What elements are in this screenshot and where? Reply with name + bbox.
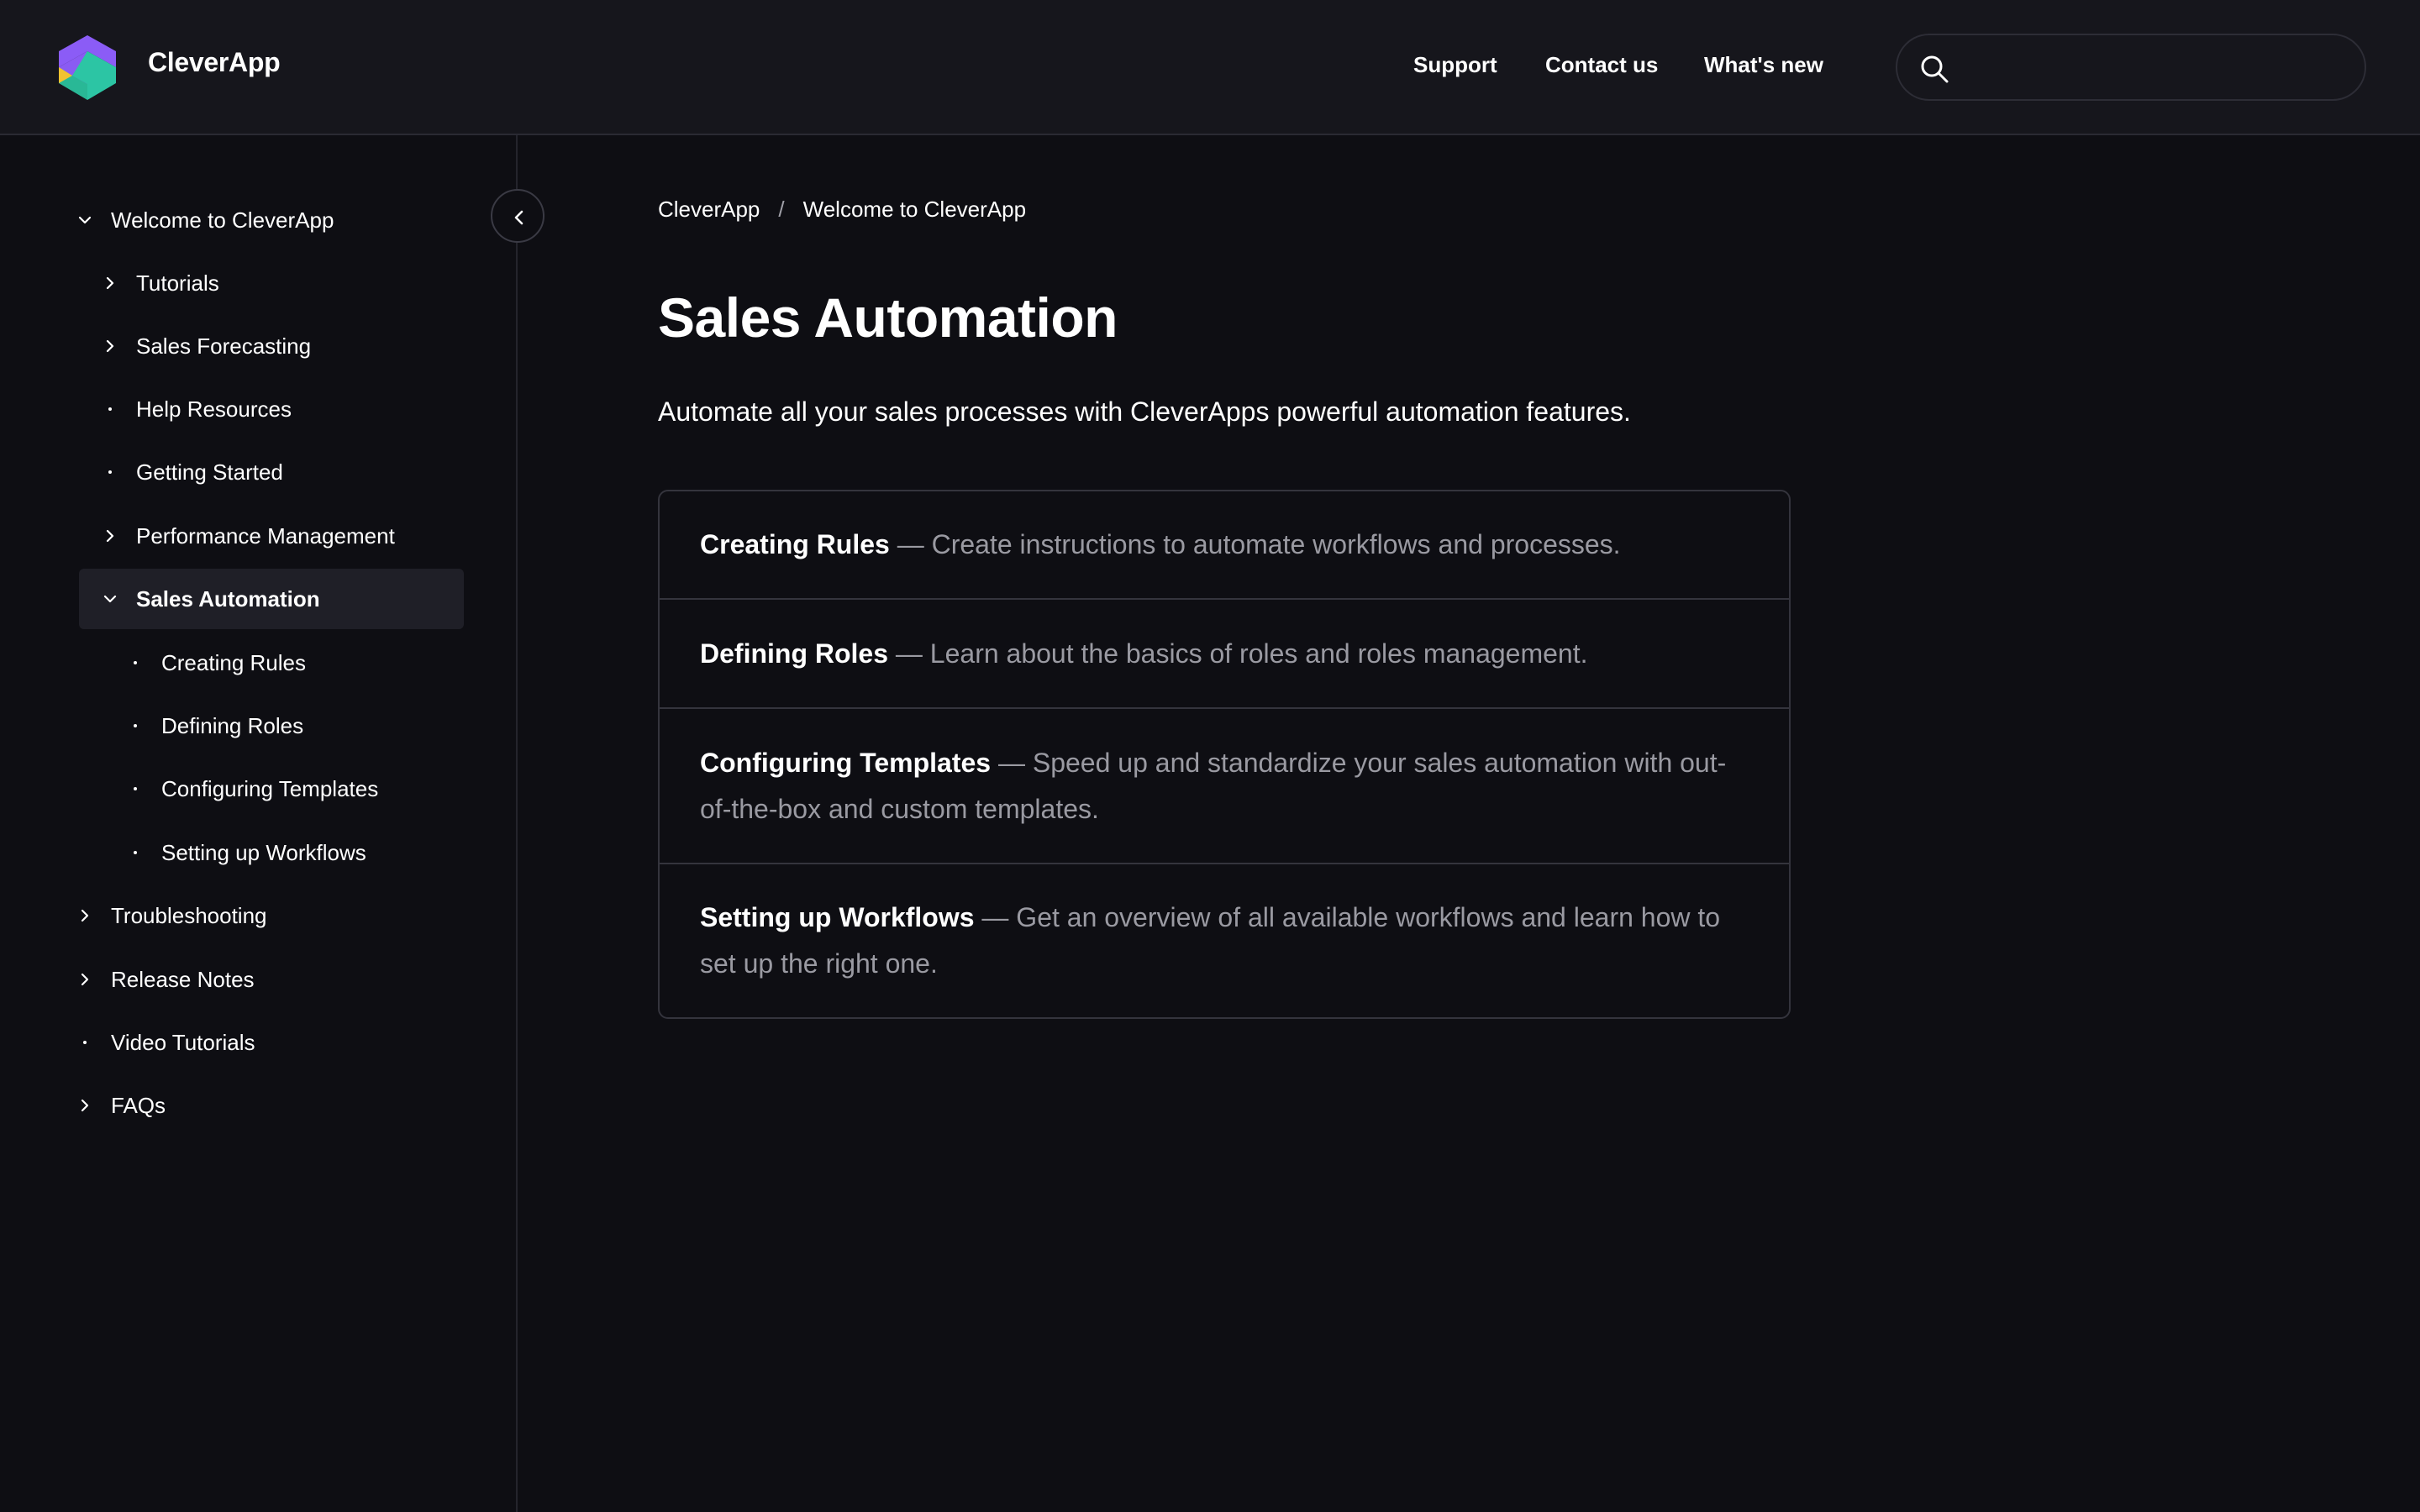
topic-card-title[interactable]: Defining Roles [700, 638, 888, 669]
chevron-right-icon [72, 903, 97, 928]
search-box[interactable] [1896, 34, 2366, 101]
sidebar-item-getting-started[interactable]: Getting Started [97, 442, 464, 502]
topic-card-title[interactable]: Setting up Workflows [700, 902, 975, 932]
sidebar-item-label: Performance Management [136, 522, 395, 549]
nav-whats-new-link[interactable]: What's new [1704, 52, 1823, 78]
sidebar-item-video-tutorials[interactable]: Video Tutorials [72, 1012, 464, 1073]
top-header: CleverApp Support Contact us What's new [0, 0, 2420, 135]
topic-card-title[interactable]: Creating Rules [700, 529, 890, 559]
breadcrumb: CleverApp / Welcome to CleverApp [658, 197, 1026, 223]
sidebar-item-label: FAQs [111, 1092, 166, 1118]
dot-icon [97, 396, 123, 422]
sidebar-item-label: Creating Rules [161, 649, 306, 675]
chevron-left-icon [514, 210, 523, 225]
sidebar-item-sales-automation[interactable]: Sales Automation [79, 569, 464, 629]
chevron-down-icon [72, 207, 97, 233]
nav-contact-link[interactable]: Contact us [1545, 52, 1658, 78]
page-subtitle: Automate all your sales processes with C… [658, 396, 1631, 427]
sidebar-item-label: Video Tutorials [111, 1029, 255, 1055]
breadcrumb-separator: / [778, 197, 785, 222]
topic-card-defining-roles[interactable]: Defining Roles — Learn about the basics … [660, 600, 1789, 709]
sidebar-item-label: Configuring Templates [161, 775, 379, 801]
topic-card-title[interactable]: Configuring Templates [700, 748, 991, 778]
page-title: Sales Automation [658, 286, 1118, 349]
sidebar-item-faqs[interactable]: FAQs [72, 1075, 464, 1136]
sidebar-item-performance-management[interactable]: Performance Management [97, 506, 464, 566]
topic-card-text: Creating Rules — Create instructions to … [700, 522, 1749, 568]
search-icon [1921, 55, 1949, 83]
sidebar-item-label: Help Resources [136, 396, 292, 422]
chevron-right-icon [72, 1093, 97, 1118]
dot-icon [123, 713, 148, 738]
sidebar-item-release-notes[interactable]: Release Notes [72, 949, 464, 1010]
chevron-right-icon [72, 967, 97, 992]
sidebar-item-creating-rules[interactable]: Creating Rules [123, 633, 464, 693]
chevron-down-icon [97, 586, 123, 612]
search-input[interactable] [1965, 44, 2343, 91]
sidebar-item-label: Getting Started [136, 459, 283, 485]
topic-card-configuring-templates[interactable]: Configuring Templates — Speed up and sta… [660, 709, 1789, 864]
sidebar-item-sales-forecasting[interactable]: Sales Forecasting [97, 316, 464, 376]
dot-icon [72, 1030, 97, 1055]
sidebar-item-label: Setting up Workflows [161, 839, 366, 865]
dot-icon [123, 650, 148, 675]
dot-icon [97, 459, 123, 485]
topic-card-description: — Create instructions to automate workfl… [889, 529, 1621, 559]
cleverapp-logo-icon[interactable] [57, 34, 118, 101]
sidebar-item-setting-up-workflows[interactable]: Setting up Workflows [123, 822, 464, 883]
topic-card-list: Creating Rules — Create instructions to … [658, 490, 1791, 1019]
chevron-right-icon [97, 333, 123, 359]
sidebar-item-tutorials[interactable]: Tutorials [97, 253, 464, 313]
dot-icon [123, 840, 148, 865]
sidebar-item-help-resources[interactable]: Help Resources [97, 379, 464, 439]
chevron-right-icon [97, 270, 123, 296]
sidebar-item-configuring-templates[interactable]: Configuring Templates [123, 759, 464, 819]
topic-card-text: Setting up Workflows — Get an overview o… [700, 895, 1749, 987]
sidebar-item-label: Defining Roles [161, 712, 304, 738]
dot-icon [123, 776, 148, 801]
sidebar-item-label: Tutorials [136, 270, 219, 296]
chevron-right-icon [97, 523, 123, 549]
breadcrumb-item-home[interactable]: CleverApp [658, 197, 760, 223]
sidebar-item-troubleshooting[interactable]: Troubleshooting [72, 885, 464, 946]
sidebar-item-label: Troubleshooting [111, 902, 267, 928]
sidebar-item-label: Sales Automation [136, 585, 320, 612]
sidebar-item-label: Sales Forecasting [136, 333, 312, 359]
topic-card-text: Configuring Templates — Speed up and sta… [700, 740, 1749, 832]
nav-support-link[interactable]: Support [1413, 52, 1497, 78]
breadcrumb-item-current[interactable]: Welcome to CleverApp [803, 197, 1026, 223]
topic-card-text: Defining Roles — Learn about the basics … [700, 631, 1749, 677]
topic-card-description: — Learn about the basics of roles and ro… [888, 638, 1588, 669]
sidebar-item-label: Release Notes [111, 966, 255, 992]
sidebar-item-welcome[interactable]: Welcome to CleverApp [72, 190, 464, 250]
sidebar-item-defining-roles[interactable]: Defining Roles [123, 696, 464, 756]
collapse-sidebar-button[interactable] [491, 189, 544, 243]
topic-card-setting-up-workflows[interactable]: Setting up Workflows — Get an overview o… [660, 864, 1789, 1017]
sidebar-item-label: Welcome to CleverApp [111, 207, 334, 233]
brand-name[interactable]: CleverApp [148, 47, 281, 78]
topic-card-creating-rules[interactable]: Creating Rules — Create instructions to … [660, 491, 1789, 600]
